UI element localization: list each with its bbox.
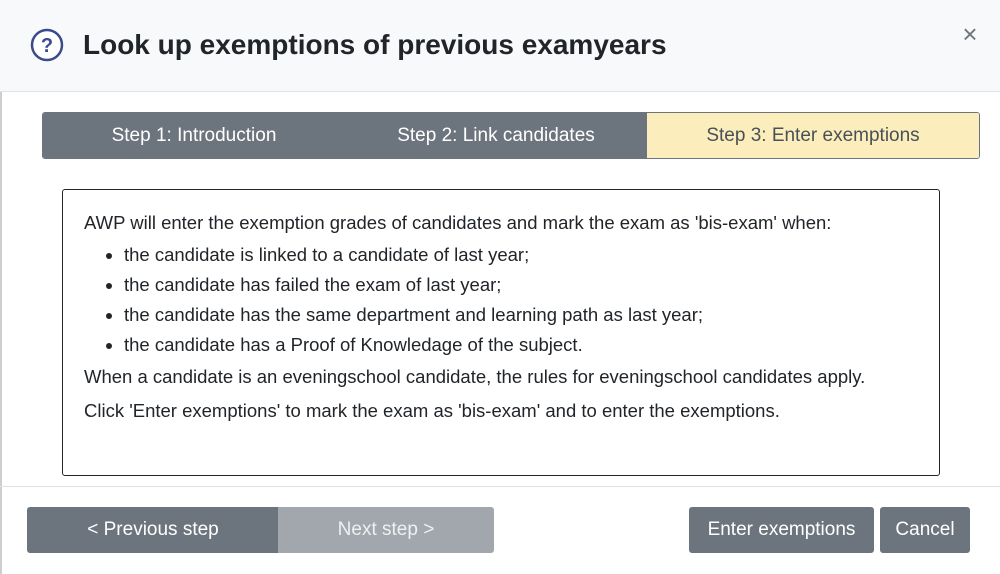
condition-item: the candidate has the same department an…	[124, 300, 919, 330]
cancel-button[interactable]: Cancel	[880, 507, 970, 553]
previous-step-button[interactable]: < Previous step	[27, 507, 279, 553]
next-step-button[interactable]: Next step >	[278, 507, 494, 553]
step-3-enter-exemptions[interactable]: Step 3: Enter exemptions	[647, 113, 979, 158]
instruction-text: Click 'Enter exemptions' to mark the exa…	[84, 400, 780, 421]
info-intro: AWP will enter the exemption grades of c…	[84, 212, 832, 233]
lookup-exemptions-dialog: ? Look up exemptions of previous examyea…	[0, 0, 1000, 574]
info-panel: AWP will enter the exemption grades of c…	[62, 189, 940, 476]
conditions-list: the candidate is linked to a candidate o…	[84, 240, 919, 360]
step-bar: Step 1: Introduction Step 2: Link candid…	[42, 112, 980, 159]
step-2-link-candidates[interactable]: Step 2: Link candidates	[345, 113, 647, 158]
svg-text:?: ?	[41, 35, 53, 57]
enter-exemptions-button[interactable]: Enter exemptions	[689, 507, 874, 553]
condition-item: the candidate has a Proof of Knowledage …	[124, 330, 919, 360]
close-icon[interactable]: ×	[956, 20, 984, 48]
condition-item: the candidate is linked to a candidate o…	[124, 240, 919, 270]
dialog-title: Look up exemptions of previous examyears	[83, 29, 667, 60]
condition-item: the candidate has failed the exam of las…	[124, 270, 919, 300]
question-circle-icon: ?	[30, 28, 64, 62]
dialog-header: ? Look up exemptions of previous examyea…	[0, 0, 1000, 92]
step-1-introduction[interactable]: Step 1: Introduction	[43, 113, 345, 158]
evening-rule-text: When a candidate is an eveningschool can…	[84, 366, 866, 387]
